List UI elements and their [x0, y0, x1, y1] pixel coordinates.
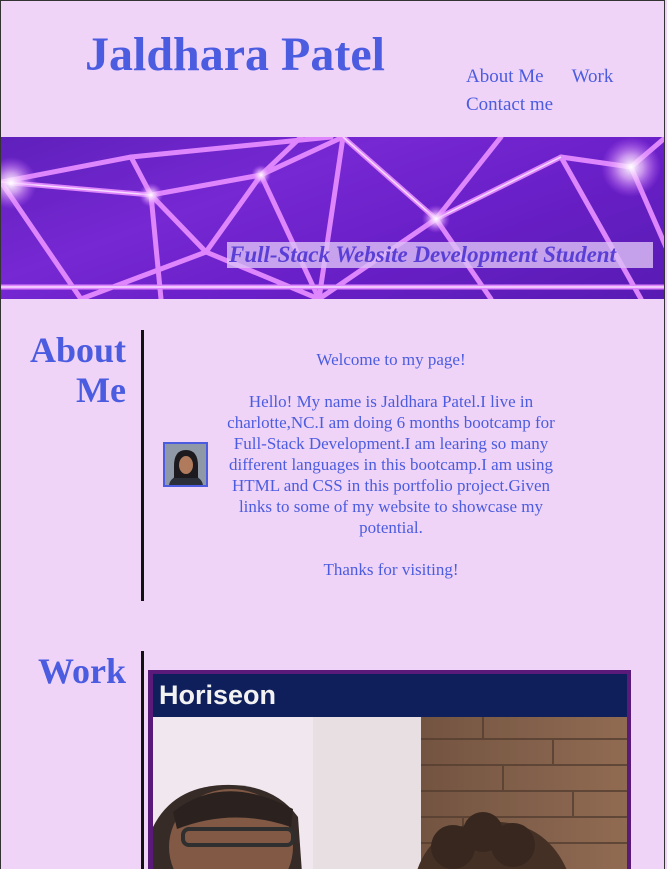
- hero-banner: Full-Stack Website Development Student: [1, 137, 664, 299]
- profile-photo: [163, 442, 208, 487]
- about-text: Welcome to my page! Hello! My name is Ja…: [225, 349, 557, 601]
- about-heading-line1: About: [29, 330, 126, 370]
- project-screenshot[interactable]: [153, 717, 627, 869]
- about-heading: About Me: [21, 330, 126, 410]
- project-card-horiseon[interactable]: Horiseon: [148, 670, 631, 869]
- hero-tagline: Full-Stack Website Development Student: [227, 242, 653, 268]
- portfolio-page: Jaldhara Patel About Me Work Contact me: [0, 0, 665, 869]
- project-screenshot-image: [153, 717, 627, 869]
- main-nav: About Me Work Contact me: [466, 63, 646, 119]
- site-title: Jaldhara Patel: [85, 28, 385, 81]
- about-divider: [141, 330, 144, 601]
- project-title: Horiseon: [159, 680, 277, 710]
- project-card-inner: Horiseon: [153, 674, 627, 869]
- bio-text: Hello! My name is Jaldhara Patel.I live …: [227, 392, 555, 537]
- site-header: Jaldhara Patel About Me Work Contact me: [1, 1, 664, 137]
- profile-photo-image: [165, 444, 206, 485]
- work-heading: Work: [37, 651, 126, 691]
- thanks-text: Thanks for visiting!: [323, 560, 459, 579]
- hero-geometric-pattern: [1, 137, 664, 299]
- about-heading-line2: Me: [76, 370, 126, 410]
- nav-link-contact[interactable]: Contact me: [466, 91, 553, 119]
- work-divider: [141, 651, 144, 869]
- welcome-text: Welcome to my page!: [316, 350, 466, 369]
- nav-link-work[interactable]: Work: [572, 63, 614, 91]
- nav-link-about[interactable]: About Me: [466, 63, 544, 91]
